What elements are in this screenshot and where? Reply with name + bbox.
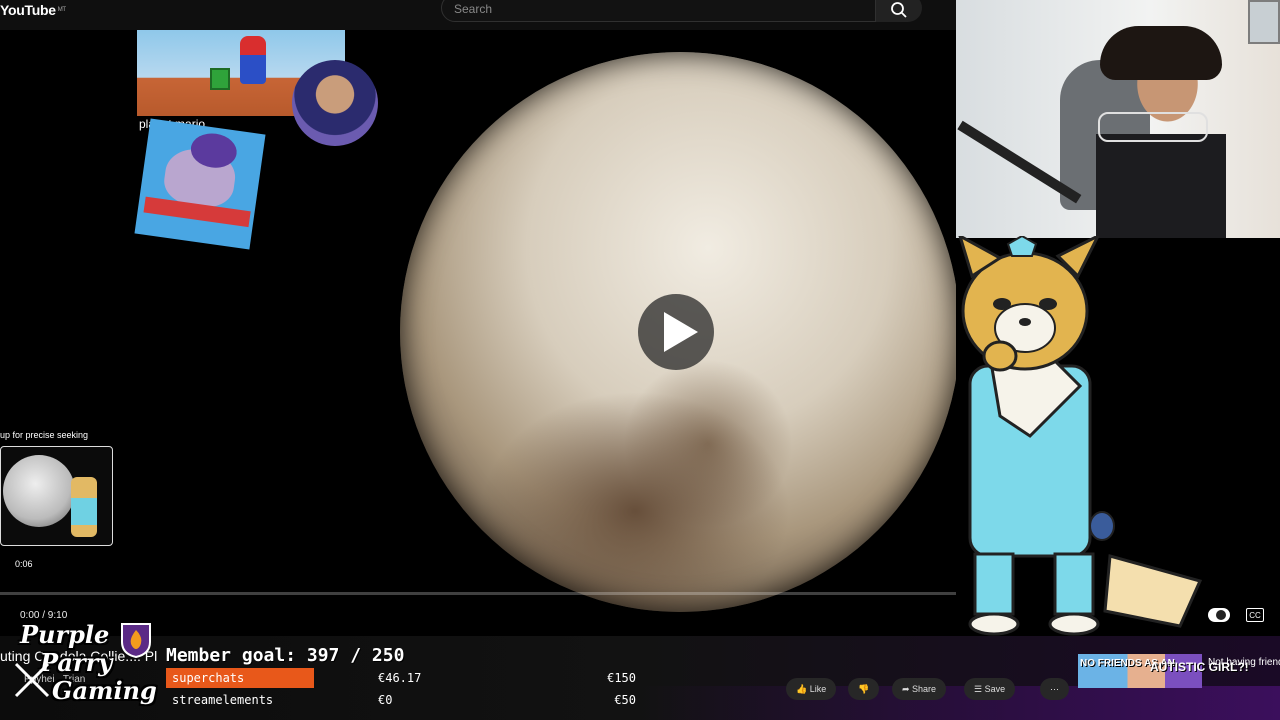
streamer-hair	[1100, 26, 1222, 80]
raccoon-sticker	[134, 118, 266, 250]
recommendation-title[interactable]: Not having friends as an autistic girl?!…	[1208, 656, 1280, 670]
avatar	[292, 60, 378, 146]
thumbs-down-icon: 👎	[858, 684, 870, 694]
goal-target: €150	[607, 671, 636, 685]
goal-current: €46.17	[378, 671, 422, 685]
logo-region: MT	[57, 7, 66, 13]
crossed-swords-icon	[14, 662, 50, 698]
flame-shield-icon	[121, 623, 151, 658]
more-icon: ⋯	[1050, 684, 1059, 694]
seek-preview-character	[71, 477, 97, 537]
goal-label: superchats	[172, 671, 245, 685]
goal-row-streamelements: streamelements €0 €50	[166, 690, 642, 710]
autoplay-knob	[1216, 610, 1226, 620]
play-button[interactable]	[638, 294, 714, 370]
youtube-logo[interactable]: YouTube MT	[0, 0, 66, 20]
like-button[interactable]: 👍 Like	[786, 678, 837, 700]
purple-banner	[640, 686, 1280, 720]
streamer-glasses	[1098, 112, 1208, 142]
stream-logo: Purple Parry Gaming	[12, 620, 162, 712]
logo-text: YouTube	[0, 2, 56, 18]
seek-preview-thumbnail	[0, 446, 113, 546]
save-button[interactable]: ☰ Save	[964, 678, 1016, 700]
goal-label: streamelements	[172, 693, 274, 707]
captions-icon[interactable]: CC	[1246, 608, 1264, 622]
member-goal: Member goal: 397 / 250	[166, 645, 405, 666]
progress-bar[interactable]	[0, 592, 956, 595]
more-button[interactable]: ⋯	[1040, 678, 1069, 700]
search-input[interactable]	[441, 0, 876, 22]
save-icon: ☰	[974, 684, 985, 694]
goal-current: €0	[378, 693, 393, 707]
stream-logo-line1: Purple	[20, 620, 110, 649]
search-placeholder: Search	[454, 2, 493, 16]
search-icon	[891, 2, 907, 18]
goal-target: €50	[614, 693, 636, 707]
seek-preview-pluto	[3, 455, 75, 527]
dislike-button[interactable]: 👎	[848, 678, 880, 700]
share-button[interactable]: ➦ Share	[892, 678, 947, 700]
seek-tip: up for precise seeking	[0, 430, 89, 440]
play-icon	[664, 312, 698, 352]
vtuber-character	[958, 236, 1203, 636]
wall-picture-frame	[1248, 0, 1280, 44]
pipe-graphic	[210, 68, 230, 90]
search-button[interactable]	[876, 0, 922, 22]
share-icon: ➦	[902, 684, 913, 694]
thumbs-up-icon: 👍	[796, 684, 810, 694]
seek-preview-time: 0:06	[15, 559, 33, 569]
goal-row-superchats: superchats €46.17 €150	[166, 668, 642, 688]
mario-figure	[240, 36, 266, 84]
stream-logo-line3: Gaming	[52, 676, 157, 705]
